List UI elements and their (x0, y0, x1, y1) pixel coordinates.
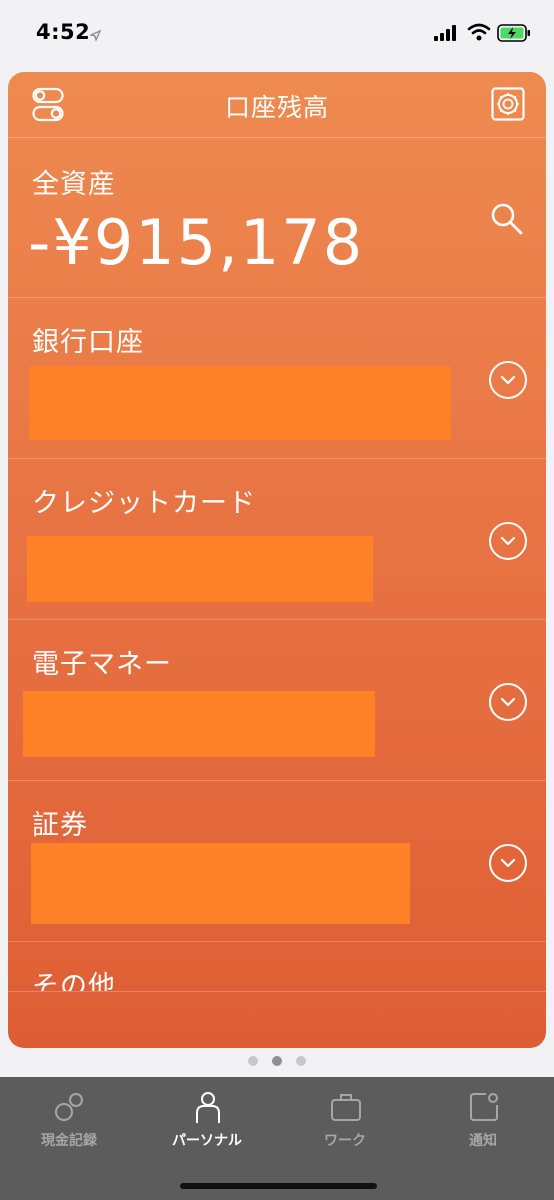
cash-record-icon (54, 1091, 86, 1127)
tab-label: パーソナル (172, 1133, 242, 1149)
section-label: 証券 (32, 810, 88, 841)
section-label: その他 (32, 971, 116, 992)
account-balance-card: 口座残高 全資産 -¥915,178 銀行口座 クレジットカード 電子マネー 証… (8, 72, 546, 1048)
tab-label: 通知 (469, 1133, 497, 1149)
page-dot-active[interactable] (272, 1056, 282, 1066)
redacted-content (27, 536, 373, 602)
notification-icon (468, 1091, 500, 1127)
status-time: 4:52 (36, 20, 91, 44)
section-securities[interactable]: 証券 (8, 781, 546, 942)
section-other[interactable]: その他 (8, 942, 546, 992)
home-indicator (180, 1183, 377, 1189)
location-arrow-icon (89, 26, 102, 45)
wifi-icon (467, 23, 491, 45)
chevron-down-icon[interactable] (489, 844, 527, 882)
total-assets-amount: -¥915,178 (28, 206, 365, 279)
section-label: 電子マネー (32, 649, 172, 680)
section-label: 銀行口座 (32, 327, 144, 358)
safe-icon[interactable] (491, 87, 525, 125)
tab-label: ワーク (324, 1133, 366, 1149)
tab-bar: 現金記録 パーソナル ワーク 通知 (0, 1077, 554, 1200)
section-credit-cards[interactable]: クレジットカード (8, 459, 546, 620)
briefcase-icon (330, 1091, 362, 1127)
section-label: クレジットカード (32, 488, 256, 519)
tab-work[interactable]: ワーク (276, 1077, 414, 1157)
total-assets-label: 全資産 (32, 169, 116, 200)
chevron-down-icon[interactable] (489, 683, 527, 721)
tab-label: 現金記録 (41, 1133, 97, 1149)
page-dot[interactable] (248, 1056, 258, 1066)
redacted-content (23, 691, 375, 757)
tab-notifications[interactable]: 通知 (414, 1077, 552, 1157)
status-bar: 4:52 (0, 0, 554, 70)
cellular-signal-icon (434, 25, 458, 45)
page-dot[interactable] (296, 1056, 306, 1066)
total-assets-section: 全資産 -¥915,178 (8, 138, 546, 298)
tab-personal[interactable]: パーソナル (138, 1077, 276, 1157)
person-icon (192, 1091, 224, 1129)
page-title: 口座残高 (224, 93, 329, 122)
tab-cash-record[interactable]: 現金記録 (0, 1077, 138, 1157)
search-icon[interactable] (490, 202, 524, 240)
chevron-down-icon[interactable] (489, 522, 527, 560)
page-indicator (0, 1056, 554, 1070)
card-header: 口座残高 (8, 72, 546, 138)
redacted-content (29, 366, 451, 440)
redacted-content (31, 843, 410, 924)
section-e-money[interactable]: 電子マネー (8, 620, 546, 781)
battery-charging-icon (497, 24, 531, 46)
chevron-down-icon[interactable] (489, 361, 527, 399)
section-bank-accounts[interactable]: 銀行口座 (8, 298, 546, 459)
